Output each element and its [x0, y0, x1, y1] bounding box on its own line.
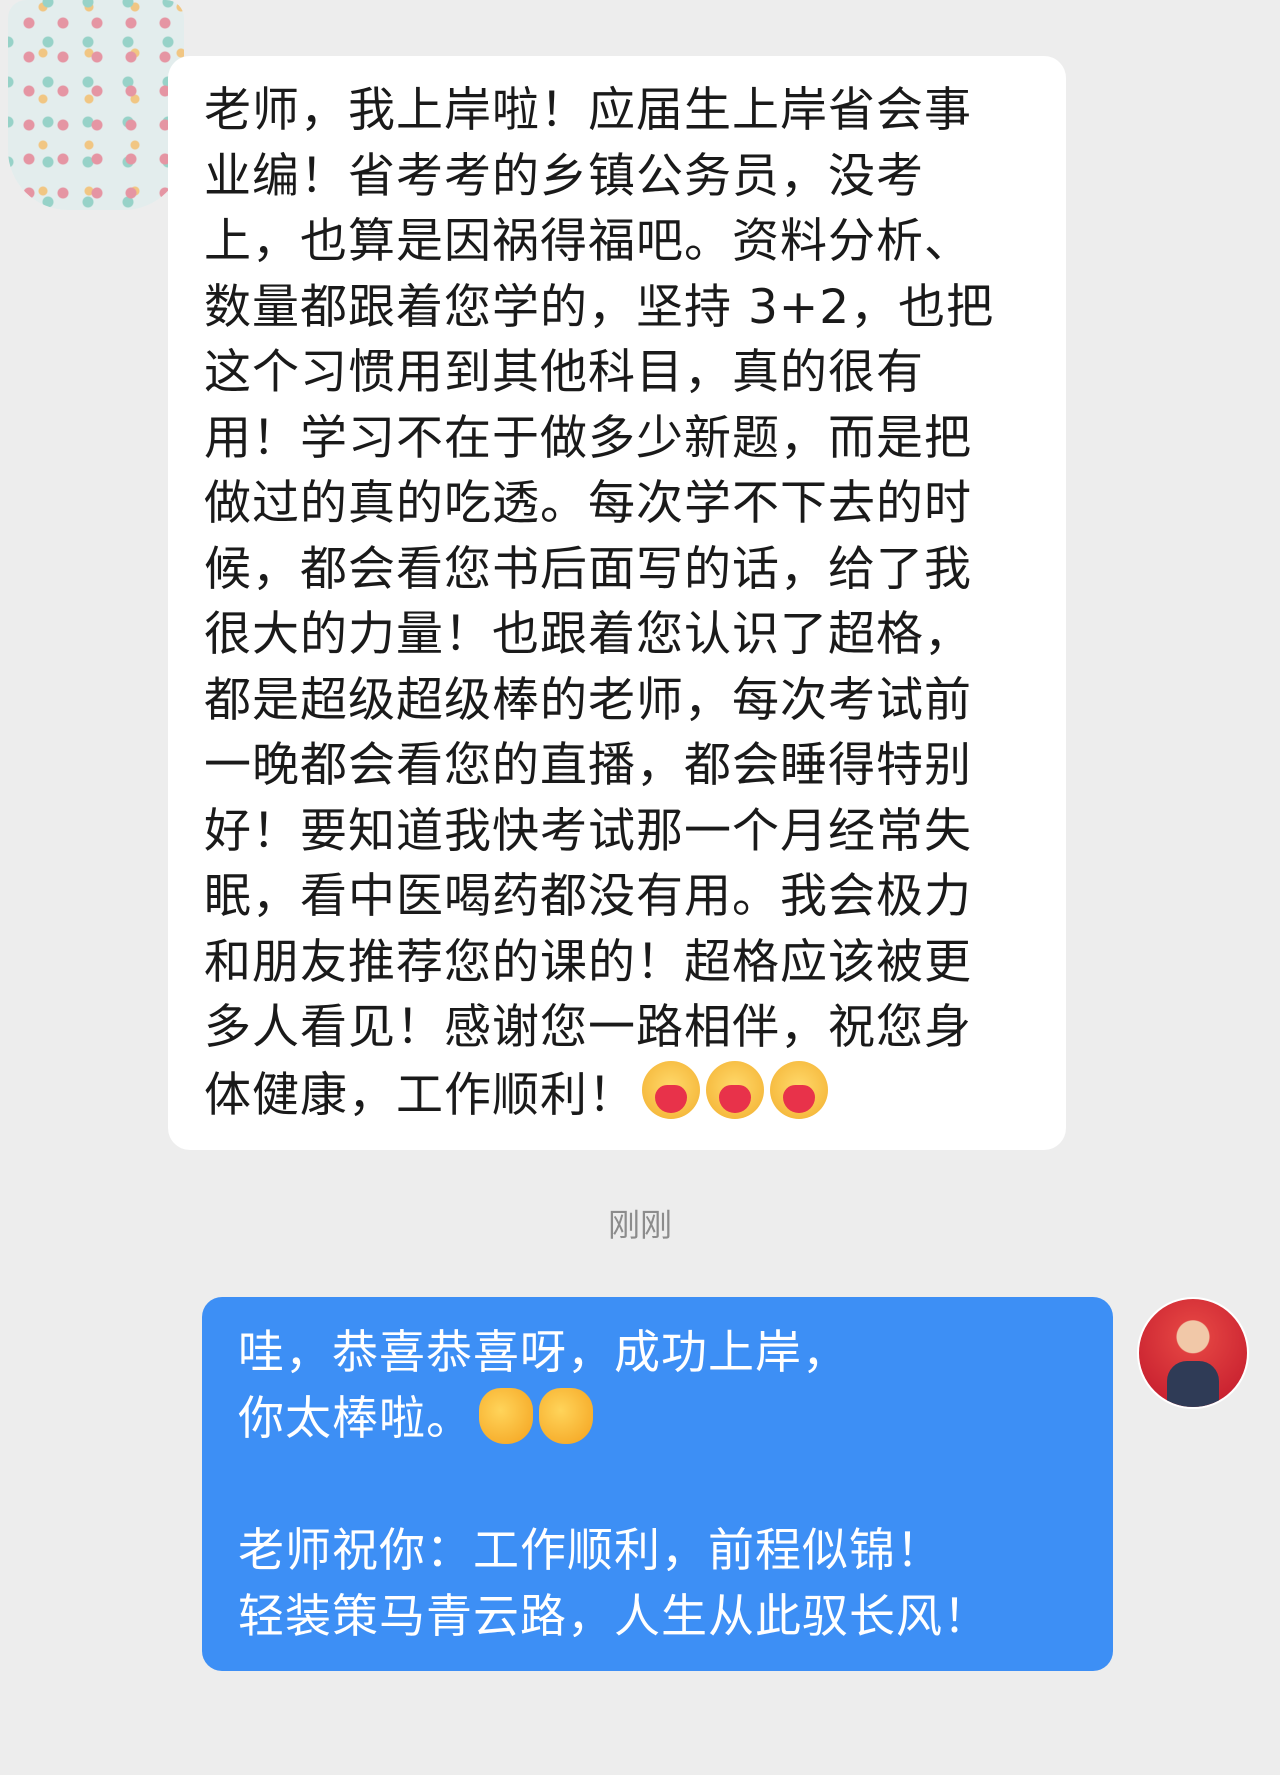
message-line: 老师，我上岸啦！应届生上岸省会事	[204, 83, 972, 138]
message-line: 数量都跟着您学的，坚持 3+2，也把	[204, 279, 995, 335]
message-line: 很大的力量！也跟着您认识了超格，	[204, 607, 972, 662]
heart-face-emoji-icon	[706, 1060, 764, 1119]
reply-line: 老师祝你：工作顺利，前程似锦！	[238, 1523, 943, 1577]
outgoing-message-bubble[interactable]: 哇，恭喜恭喜呀，成功上岸， 你太棒啦。 老师祝你：工作顺利，前程似锦！ 轻装策马…	[202, 1297, 1113, 1671]
avatar-figure	[1167, 1361, 1219, 1407]
teacher-avatar[interactable]	[1137, 1297, 1249, 1409]
message-line: 和朋友推荐您的课的！超格应该被更	[204, 934, 972, 990]
message-line: 好！要知道我快考试那一个月经常失	[204, 803, 972, 859]
message-line: 这个习惯用到其他科目，真的很有	[204, 345, 924, 400]
message-line: 业编！省考考的乡镇公务员，没考	[204, 148, 924, 204]
message-line: 用！学习不在于做多少新题，而是把	[204, 410, 972, 466]
reply-blank-line	[238, 1451, 1077, 1517]
message-timestamp: 刚刚	[607, 1206, 672, 1244]
message-line: 做过的真的吃透。每次学不下去的时	[204, 476, 972, 531]
message-line: 多人看见！感谢您一路相伴，祝您身	[204, 1000, 972, 1055]
message-line: 上，也算是因祸得福吧。资料分析、	[204, 214, 972, 269]
message-last-line: 体健康，工作顺利！	[204, 1060, 1032, 1129]
reply-line: 哇，恭喜恭喜呀，成功上岸，	[238, 1325, 849, 1379]
message-line: 候，都会看您书后面写的话，给了我	[204, 541, 972, 597]
reply-line-with-emoji: 你太棒啦。	[238, 1385, 1077, 1451]
message-line: 都是超级超级棒的老师，每次考试前	[204, 672, 972, 728]
message-line-text: 体健康，工作顺利！	[204, 1067, 636, 1123]
heart-face-emoji-icon	[642, 1060, 700, 1119]
message-line: 眠，看中医喝药都没有用。我会极力	[204, 869, 972, 924]
reply-line: 轻装策马青云路，人生从此驭长风！	[238, 1589, 990, 1643]
clapping-hands-emoji-icon	[539, 1388, 593, 1444]
heart-face-emoji-icon	[770, 1060, 828, 1119]
message-line: 一晚都会看您的直播，都会睡得特别	[204, 738, 972, 793]
sender-avatar[interactable]	[8, 0, 184, 210]
clapping-hands-emoji-icon	[479, 1388, 533, 1444]
reply-line-text: 你太棒啦。	[238, 1391, 473, 1445]
incoming-message-bubble[interactable]: 老师，我上岸啦！应届生上岸省会事 业编！省考考的乡镇公务员，没考 上，也算是因祸…	[168, 56, 1066, 1150]
